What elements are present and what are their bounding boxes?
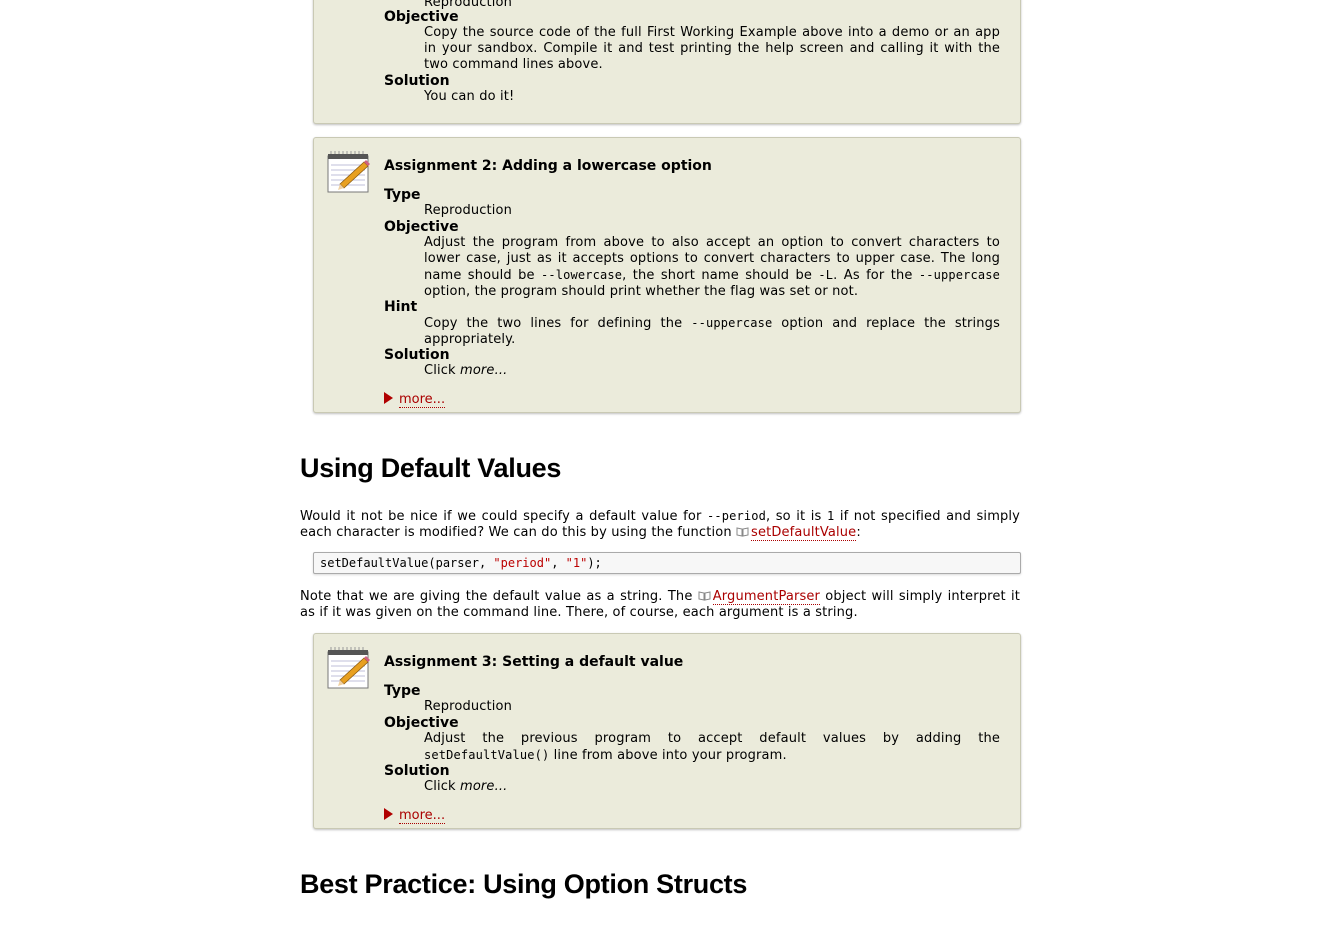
objective-text: Copy the source code of the full First W… — [424, 25, 1000, 72]
solution-text: You can do it! — [424, 89, 515, 104]
book-icon — [736, 527, 749, 537]
solution-term: Solution — [384, 347, 450, 363]
inline-code: --period — [706, 509, 766, 523]
triangle-right-icon — [384, 392, 393, 404]
inline-code: setDefaultValue() — [424, 748, 550, 762]
type-term: Type — [384, 187, 421, 203]
objective-text: Adjust the program from above to also ac… — [424, 235, 1000, 299]
hint-term: Hint — [384, 299, 418, 315]
assignment-title: Assignment 3: Setting a default value — [384, 654, 684, 670]
book-icon — [698, 591, 711, 601]
solution-term: Solution — [384, 763, 450, 779]
solution-text: Click more... — [424, 779, 508, 794]
notepad-pencil-icon — [327, 647, 370, 689]
hint-text: Copy the two lines for defining the --up… — [424, 316, 1000, 347]
expand-solution-link[interactable]: more... — [384, 808, 446, 824]
inline-code: --lowercase — [541, 268, 623, 282]
ArgumentParser-link[interactable]: ArgumentParser — [712, 589, 821, 605]
inline-code: --uppercase — [691, 316, 773, 330]
setDefaultValue-link[interactable]: setDefaultValue — [751, 525, 857, 541]
objective-text: Adjust the previous program to accept de… — [424, 731, 1000, 763]
objective-term: Objective — [384, 9, 459, 25]
assignment-box-1: Reproduction Objective Copy the source c… — [313, 0, 1021, 124]
expand-solution-link[interactable]: more... — [384, 392, 446, 408]
assignment-box-3: Assignment 3: Setting a default value Ty… — [313, 633, 1021, 829]
type-term: Type — [384, 683, 421, 699]
inline-code: -L — [818, 268, 834, 282]
section-heading: Best Practice: Using Option Structs — [300, 869, 748, 899]
section-heading: Using Default Values — [300, 453, 562, 483]
triangle-right-icon — [384, 808, 393, 820]
type-value: Reproduction — [424, 0, 513, 10]
type-value: Reproduction — [424, 699, 513, 714]
solution-text: Click more... — [424, 363, 508, 378]
assignment-title: Assignment 2: Adding a lowercase option — [384, 158, 712, 174]
code-block: setDefaultValue(parser, "period", "1"); — [313, 552, 1021, 574]
paragraph: Note that we are giving the default valu… — [300, 589, 1020, 620]
inline-code: --uppercase — [918, 268, 1000, 282]
solution-term: Solution — [384, 73, 450, 89]
notepad-pencil-icon — [327, 151, 370, 193]
assignment-box-2: Assignment 2: Adding a lowercase option … — [313, 137, 1021, 413]
type-value: Reproduction — [424, 203, 513, 218]
paragraph: Would it not be nice if we could specify… — [300, 509, 1021, 541]
objective-term: Objective — [384, 715, 459, 731]
objective-term: Objective — [384, 219, 459, 235]
